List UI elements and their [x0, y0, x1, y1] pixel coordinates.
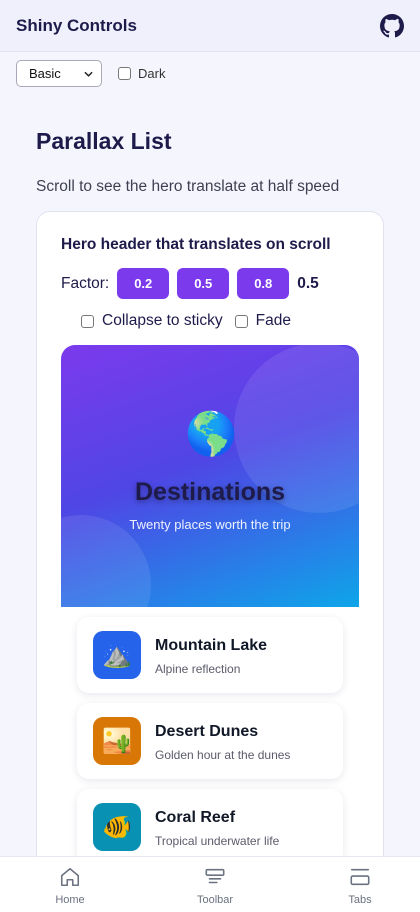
list-item[interactable]: 🏜️ Desert Dunes Golden hour at the dunes [77, 703, 343, 779]
tabs-icon [350, 868, 370, 886]
dark-mode-checkbox[interactable] [118, 67, 131, 80]
globe-icon: 🌎 [185, 410, 238, 457]
list-item-subtitle: Alpine reflection [155, 662, 241, 676]
github-icon[interactable] [380, 13, 404, 38]
collapse-sticky-checkbox[interactable] [81, 314, 94, 328]
home-icon [60, 867, 80, 887]
nav-toolbar[interactable]: Toolbar [183, 857, 247, 912]
collapse-sticky-toggle[interactable]: Collapse to sticky [81, 312, 223, 330]
fade-toggle[interactable]: Fade [234, 312, 291, 330]
nav-toolbar-label: Toolbar [196, 894, 234, 906]
page-title: Parallax List [36, 128, 172, 154]
tropical-fish-icon: 🐠 [93, 803, 141, 851]
variant-select-value: Basic [29, 66, 61, 81]
factor-button-0-5[interactable]: 0.5 [177, 268, 230, 299]
dark-mode-toggle[interactable]: Dark [118, 66, 165, 81]
hero-header: 🌎 Destinations Twenty places worth the t… [61, 345, 359, 607]
card-title: Hero header that translates on scroll [61, 236, 331, 253]
variant-select[interactable]: Basic [16, 60, 102, 87]
list-item[interactable]: ⛰️ Mountain Lake Alpine reflection [77, 617, 343, 693]
nav-home[interactable]: Home [38, 857, 102, 912]
nav-home-label: Home [55, 894, 85, 906]
options-row: Collapse to sticky Fade [81, 312, 291, 330]
hero-title: Destinations [134, 478, 286, 506]
factor-button-0-8[interactable]: 0.8 [237, 268, 290, 299]
dark-mode-label: Dark [138, 66, 166, 81]
list-item[interactable]: 🐠 Coral Reef Tropical underwater life [77, 789, 343, 865]
desert-icon: 🏜️ [93, 717, 141, 765]
list-item-title: Mountain Lake [155, 637, 268, 654]
page-subtitle: Scroll to see the hero translate at half… [36, 178, 340, 195]
factor-label: Factor: [61, 274, 110, 292]
factor-value: 0.5 [297, 274, 319, 292]
app-title: Shiny Controls [16, 15, 137, 35]
parallax-scroll-area[interactable]: 🌎 Destinations Twenty places worth the t… [61, 345, 359, 912]
toolbar-icon [205, 868, 225, 884]
nav-tabs[interactable]: Tabs [328, 857, 392, 912]
fade-checkbox[interactable] [234, 314, 248, 328]
list-item-subtitle: Tropical underwater life [155, 834, 280, 848]
factor-button-0-2[interactable]: 0.2 [117, 268, 170, 299]
list-item-subtitle: Golden hour at the dunes [155, 748, 291, 762]
hero-subtitle: Twenty places worth the trip [129, 517, 291, 532]
bottom-nav: Home Toolbar Tabs [0, 856, 420, 912]
demo-card: Hero header that translates on scroll Fa… [36, 211, 384, 912]
fade-label: Fade [255, 312, 291, 329]
nav-tabs-label: Tabs [348, 894, 372, 906]
app-header: Shiny Controls [0, 0, 420, 52]
list-item-title: Coral Reef [155, 809, 236, 826]
mountain-icon: ⛰️ [93, 631, 141, 679]
chevron-down-icon [84, 71, 93, 77]
list-item-title: Desert Dunes [155, 723, 259, 740]
controls-bar: Basic Dark [16, 60, 165, 87]
factor-row: Factor: 0.2 0.5 0.8 0.5 [61, 268, 319, 299]
collapse-sticky-label: Collapse to sticky [102, 312, 223, 329]
